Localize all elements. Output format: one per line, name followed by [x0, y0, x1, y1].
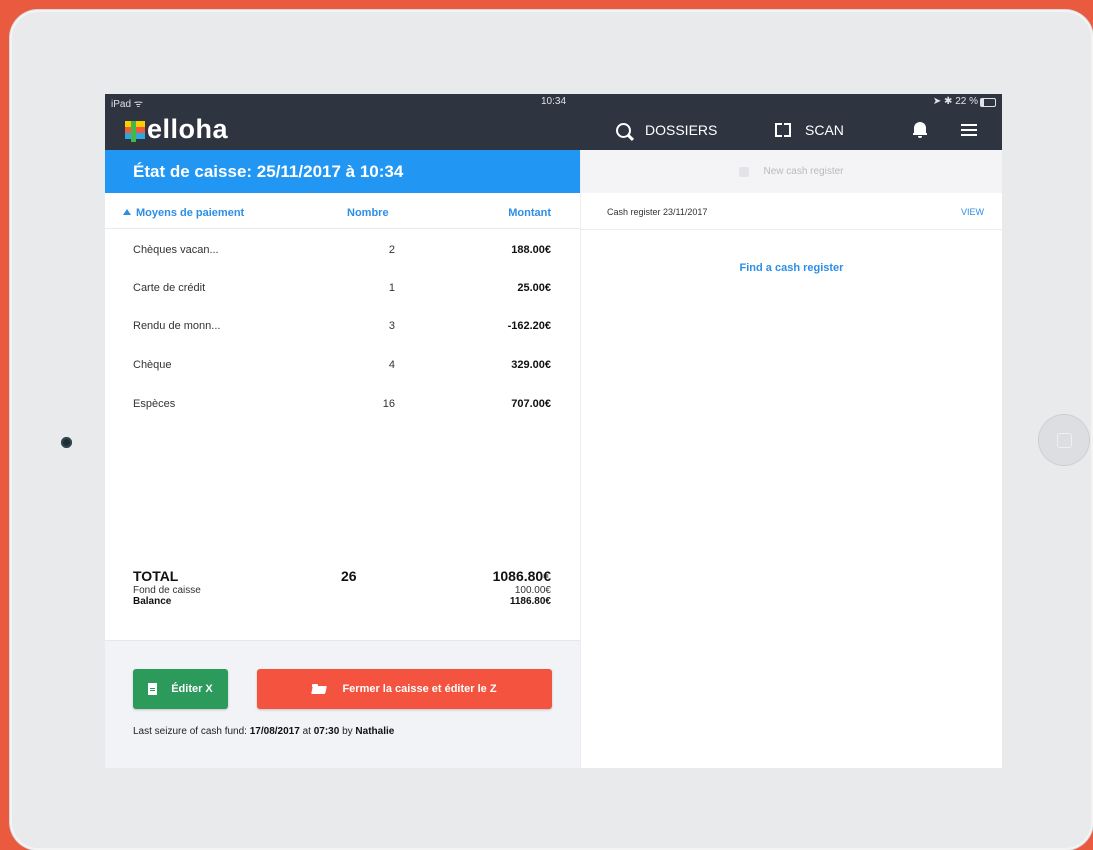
location-icon: ➤ — [932, 96, 942, 107]
camera-dot — [61, 437, 72, 448]
seizure-date: 17/08/2017 — [249, 726, 300, 737]
edit-x-label: Éditer X — [171, 683, 213, 695]
register-name: Cash register 23/11/2017 — [607, 207, 708, 217]
row-amount: -162.20€ — [507, 320, 551, 332]
logo-text: elloha — [147, 114, 229, 144]
table-row: Carte de crédit 1 25.00€ — [105, 270, 580, 308]
row-count: 1 — [388, 282, 395, 294]
close-register-button[interactable]: Fermer la caisse et éditer le Z — [257, 669, 552, 709]
hamburger-menu-icon — [961, 124, 977, 136]
notifications-button[interactable] — [913, 110, 927, 150]
row-amount: 707.00€ — [511, 398, 551, 410]
total-amount: 1086.80€ — [492, 568, 551, 584]
cash-fund-value: 100.00€ — [514, 585, 551, 596]
row-count: 3 — [388, 320, 395, 332]
dossiers-label: DOSSIERS — [645, 122, 718, 138]
balance-value: 1186.80€ — [509, 596, 551, 607]
bell-icon — [913, 122, 927, 138]
plus-icon — [739, 166, 750, 177]
row-count: 4 — [388, 359, 395, 371]
total-label: TOTAL — [133, 568, 179, 584]
document-icon — [148, 683, 158, 695]
table-row: Chèque 4 329.00€ — [105, 347, 580, 385]
row-count: 2 — [388, 244, 395, 256]
row-method: Rendu de monn... — [133, 320, 221, 332]
table-row: Rendu de monn... 3 -162.20€ — [105, 308, 580, 346]
edit-x-button[interactable]: Éditer X — [133, 669, 228, 709]
last-seizure-info: Last seizure of cash fund: 17/08/2017 at… — [133, 726, 395, 737]
row-amount: 25.00€ — [517, 282, 551, 294]
balance-label: Balance — [133, 596, 172, 607]
table-row: Espèces 16 707.00€ — [105, 386, 580, 424]
find-cash-register-link[interactable]: Find a cash register — [581, 262, 1002, 274]
top-navbar: elloha DOSSIERS SCAN — [105, 110, 1002, 150]
cash-state-header: État de caisse: 25/11/2017 à 10:34 — [105, 150, 580, 193]
status-right: ➤ ✱ 22 % — [933, 96, 978, 107]
scan-icon — [775, 123, 791, 137]
header-divider — [105, 228, 580, 229]
seizure-time: 07:30 — [313, 726, 340, 737]
close-register-label: Fermer la caisse et éditer le Z — [342, 683, 497, 695]
total-count: 26 — [341, 568, 357, 584]
actions-area: Éditer X Fermer la caisse et éditer le Z… — [105, 640, 580, 768]
new-cash-register-button[interactable]: New cash register — [581, 150, 1002, 193]
home-square-icon — [1057, 433, 1072, 448]
row-count: 16 — [382, 398, 395, 410]
list-item: Cash register 23/11/2017 VIEW — [581, 193, 1002, 230]
elloha-logo[interactable]: elloha — [125, 114, 228, 145]
row-amount: 188.00€ — [511, 244, 551, 256]
row-method: Chèques vacan... — [133, 244, 219, 256]
sort-up-icon — [123, 209, 131, 215]
row-method: Carte de crédit — [133, 282, 206, 294]
battery-percent: 22 % — [955, 96, 978, 107]
cash-state-panel: État de caisse: 25/11/2017 à 10:34 Moyen… — [105, 150, 580, 768]
page-title: État de caisse: 25/11/2017 à 10:34 — [133, 162, 404, 181]
col-header-payment[interactable]: Moyens de paiement — [123, 207, 244, 219]
home-button[interactable] — [1038, 414, 1090, 466]
registers-panel: New cash register Cash register 23/11/20… — [581, 150, 1002, 768]
seizure-user: Nathalie — [355, 726, 395, 737]
menu-button[interactable] — [961, 110, 977, 150]
dossiers-nav[interactable]: DOSSIERS — [616, 110, 717, 150]
table-row: Chèques vacan... 2 188.00€ — [105, 232, 580, 270]
col-header-amount[interactable]: Montant — [508, 207, 551, 219]
cash-fund-label: Fond de caisse — [133, 585, 201, 596]
row-method: Espèces — [133, 398, 176, 410]
status-time: 10:34 — [540, 96, 567, 107]
search-icon — [616, 122, 631, 138]
bluetooth-icon: ✱ — [944, 96, 953, 107]
app-screen: iPad ᯤ 10:34 ➤ ✱ 22 % elloha DOSSIERS SC… — [105, 94, 1002, 768]
folder-open-icon — [311, 684, 328, 694]
row-amount: 329.00€ — [511, 359, 551, 371]
status-bar: iPad ᯤ 10:34 ➤ ✱ 22 % — [105, 94, 1002, 110]
view-link[interactable]: VIEW — [961, 207, 984, 217]
scan-label: SCAN — [805, 122, 844, 138]
battery-icon — [980, 98, 996, 107]
elloha-logo-icon — [125, 118, 145, 142]
row-method: Chèque — [133, 359, 172, 371]
col-header-count[interactable]: Nombre — [347, 207, 389, 219]
new-cash-register-label: New cash register — [763, 166, 844, 177]
scan-nav[interactable]: SCAN — [775, 110, 844, 150]
